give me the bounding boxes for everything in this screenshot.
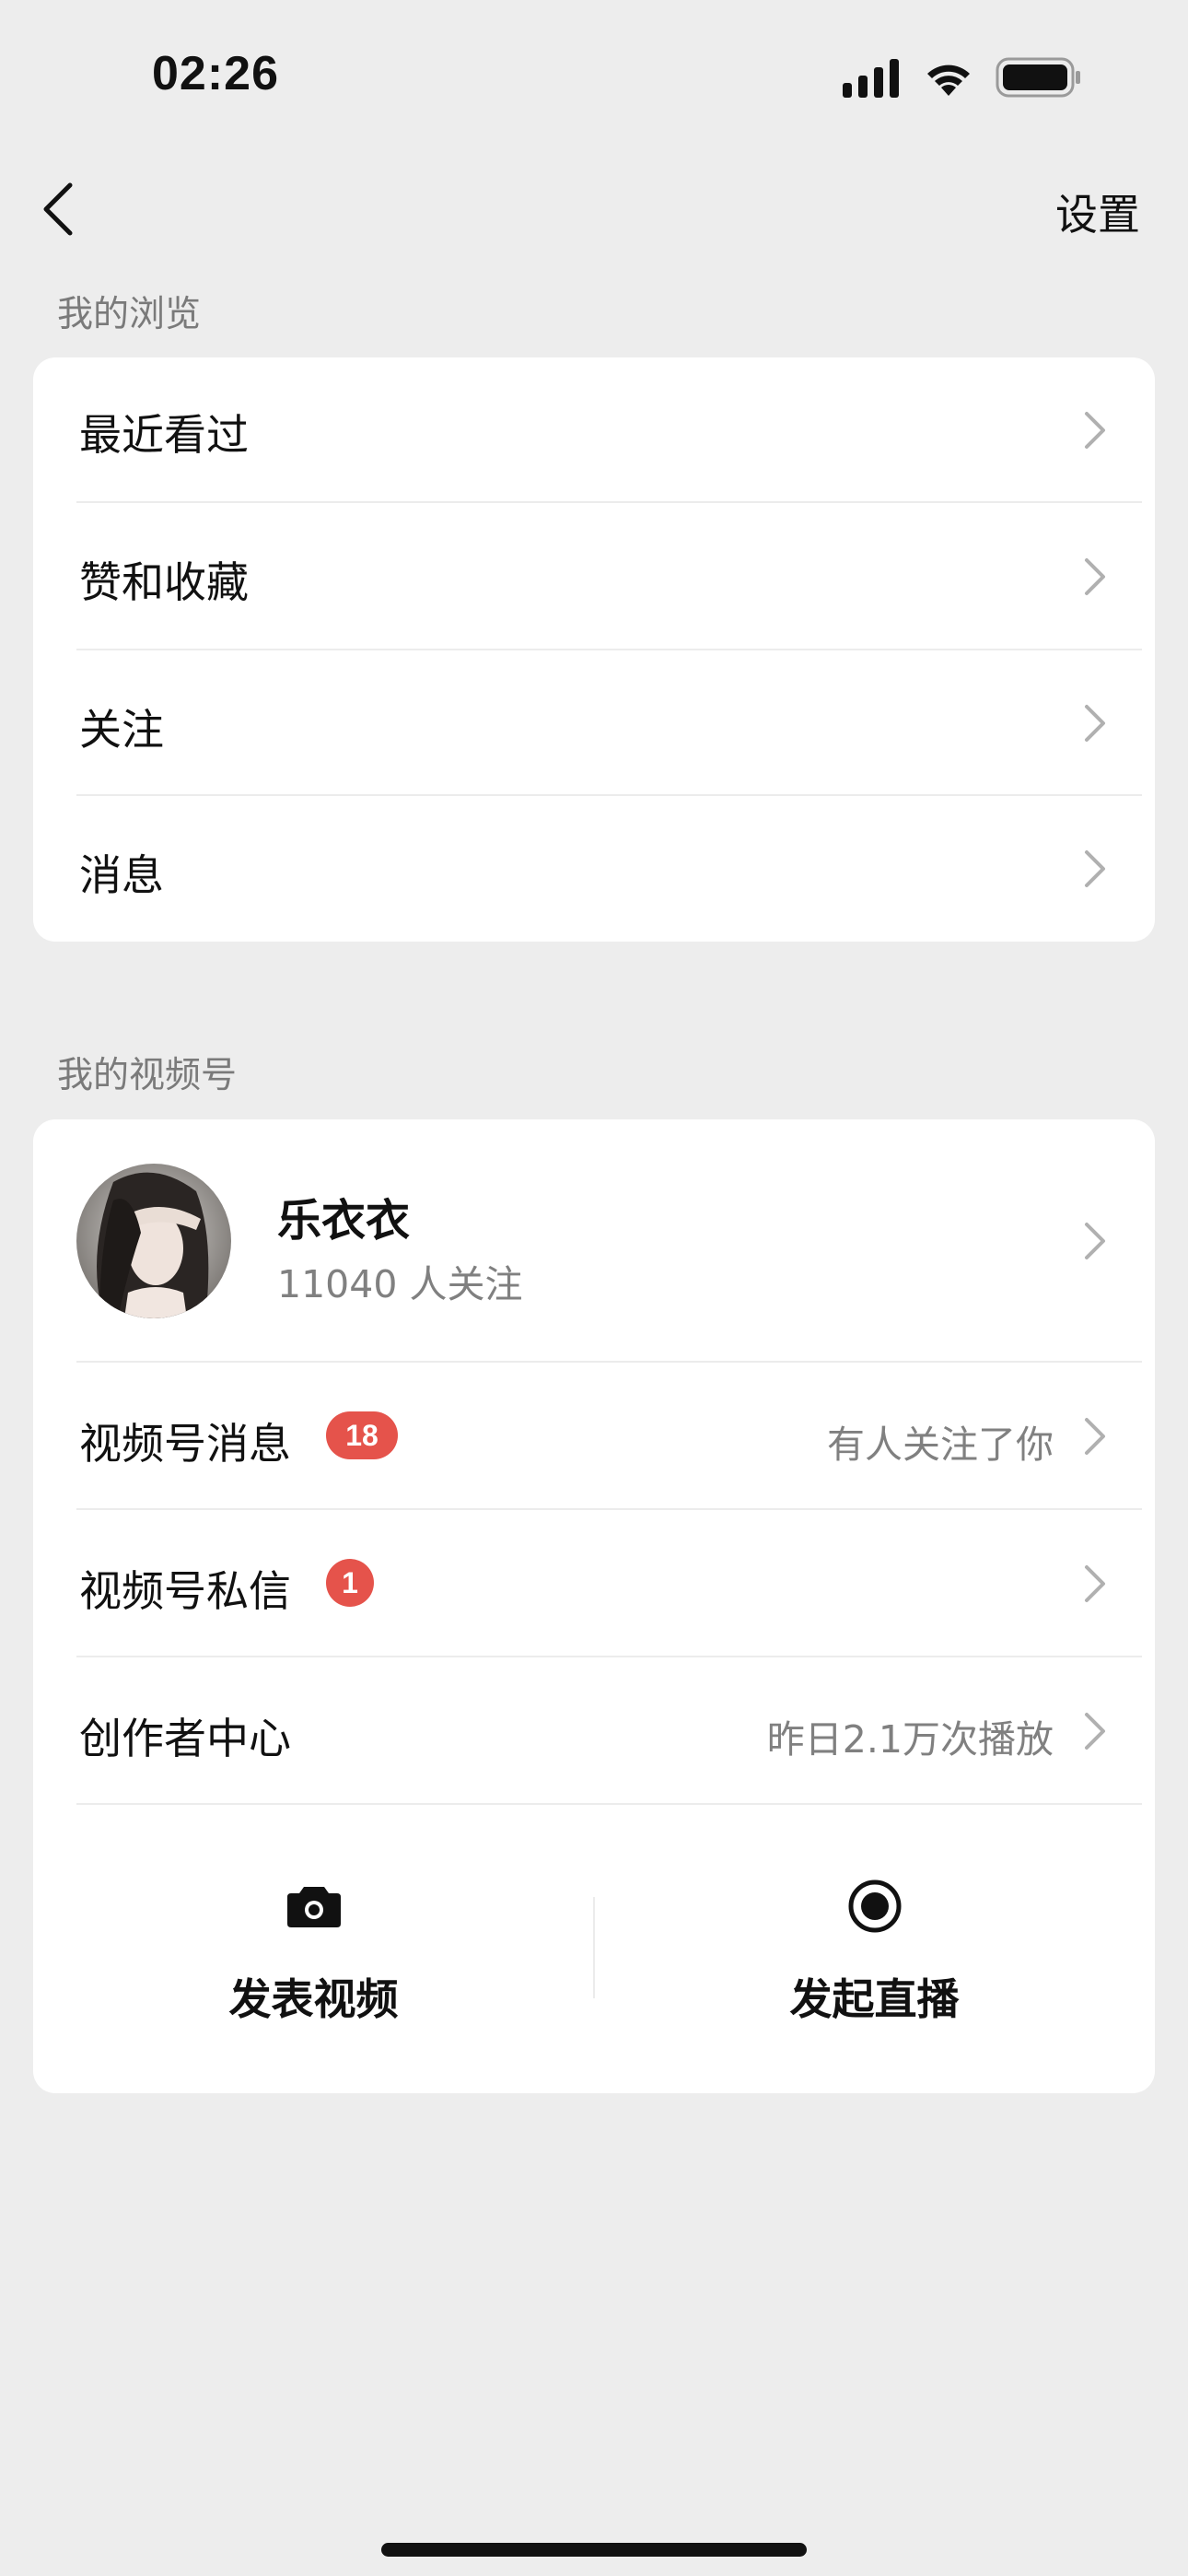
browse-item-likes[interactable]: 赞和收藏 xyxy=(33,503,1155,650)
start-live-button[interactable]: 发起直播 xyxy=(594,1805,1155,2090)
chevron-right-icon xyxy=(1085,558,1105,595)
unread-badge: 1 xyxy=(326,1559,374,1607)
browse-item-following[interactable]: 关注 xyxy=(33,650,1155,796)
chevron-right-icon xyxy=(1085,1565,1105,1602)
chevron-right-icon xyxy=(1085,412,1105,449)
post-video-button[interactable]: 发表视频 xyxy=(33,1805,594,2090)
browse-item-recent[interactable]: 最近看过 xyxy=(33,357,1155,503)
chevron-right-icon xyxy=(1085,850,1105,887)
browse-card: 最近看过 赞和收藏 关注 消息 xyxy=(33,357,1155,942)
chevron-right-icon xyxy=(1085,1223,1105,1259)
browse-item-messages[interactable]: 消息 xyxy=(33,796,1155,942)
profile-name: 乐衣衣 xyxy=(277,1195,411,1247)
unread-badge: 18 xyxy=(326,1411,398,1459)
browse-item-label: 最近看过 xyxy=(79,410,249,460)
chevron-right-icon xyxy=(1085,1713,1105,1750)
row-label: 视频号私信 xyxy=(79,1566,291,1616)
chevron-right-icon xyxy=(1085,1418,1105,1455)
avatar xyxy=(76,1164,231,1318)
browse-item-label: 消息 xyxy=(79,850,164,900)
row-right-text: 有人关注了你 xyxy=(827,1423,1054,1467)
section-title-channels: 我的视频号 xyxy=(57,1055,238,1096)
signal-icon xyxy=(843,59,899,98)
action-label: 发起直播 xyxy=(789,1974,960,2024)
back-button[interactable] xyxy=(37,180,83,240)
battery-icon xyxy=(996,57,1080,98)
row-right-text: 昨日2.1万次播放 xyxy=(766,1717,1054,1762)
row-label: 创作者中心 xyxy=(79,1714,291,1763)
creator-center-row[interactable]: 创作者中心 昨日2.1万次播放 xyxy=(33,1657,1155,1805)
status-time: 02:26 xyxy=(152,47,279,100)
chevron-right-icon xyxy=(1085,705,1105,742)
channel-dm-row[interactable]: 视频号私信 1 xyxy=(33,1510,1155,1657)
channel-messages-row[interactable]: 视频号消息 18 有人关注了你 xyxy=(33,1363,1155,1510)
browse-item-label: 关注 xyxy=(79,705,164,755)
browse-item-label: 赞和收藏 xyxy=(79,557,249,607)
channel-profile-row[interactable]: 乐衣衣 11040 人关注 xyxy=(33,1119,1155,1363)
section-title-browse: 我的浏览 xyxy=(57,294,202,335)
action-label: 发表视频 xyxy=(228,1974,399,2024)
status-icons xyxy=(843,57,1080,98)
channels-card: 乐衣衣 11040 人关注 视频号消息 18 有人关注了你 视频号私信 1 创作… xyxy=(33,1119,1155,2093)
live-record-icon xyxy=(848,1879,901,1933)
home-indicator[interactable] xyxy=(381,2543,807,2557)
action-bar: 发表视频 发起直播 xyxy=(33,1805,1155,2093)
chevron-left-icon xyxy=(43,182,73,236)
wifi-icon xyxy=(927,64,970,96)
row-label: 视频号消息 xyxy=(79,1419,291,1469)
profile-followers: 11040 人关注 xyxy=(277,1262,523,1306)
camera-icon xyxy=(286,1887,341,1927)
settings-button[interactable]: 设置 xyxy=(1055,181,1140,242)
